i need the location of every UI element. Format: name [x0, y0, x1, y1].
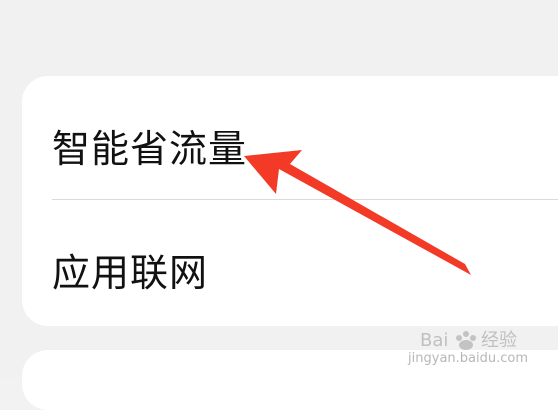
svg-text:经验: 经验 [481, 330, 517, 351]
setting-item-label: 应用联网 [52, 250, 209, 295]
setting-item-app-networking[interactable]: 应用联网 [22, 208, 558, 330]
settings-card: 智能省流量 应用联网 [22, 76, 558, 326]
baidu-watermark-icon: Bai 经验 [420, 330, 517, 351]
settings-screen: 智能省流量 应用联网 Bai 经验 jingyan.baidu.com [0, 0, 558, 410]
svg-text:Bai: Bai [420, 330, 448, 351]
setting-item-label: 智能省流量 [52, 126, 248, 171]
setting-item-smart-data-saver[interactable]: 智能省流量 [22, 84, 558, 206]
divider [52, 199, 558, 200]
watermark-url: jingyan.baidu.com [408, 351, 528, 366]
